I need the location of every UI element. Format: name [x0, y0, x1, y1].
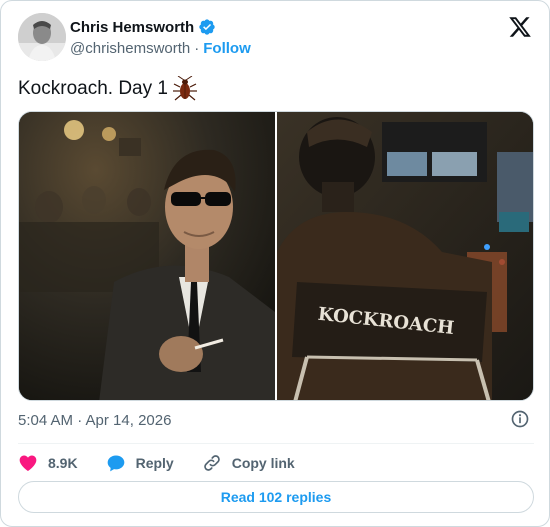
like-button[interactable]: 8.9K	[18, 453, 78, 473]
tweet-media[interactable]: KOCKROACH	[18, 111, 534, 401]
tweet-card: Chris Hemsworth @chrishemsworth · Follow…	[0, 0, 550, 527]
reply-label: Reply	[135, 454, 174, 471]
tweet-text-content: Kockroach. Day 1	[18, 78, 168, 99]
tweet-actions: 8.9K Reply Copy link	[18, 443, 534, 479]
handle-line: @chrishemsworth · Follow	[70, 40, 251, 57]
copy-link-label: Copy link	[231, 454, 295, 471]
copy-link-button[interactable]: Copy link	[202, 453, 295, 473]
read-replies-button[interactable]: Read 102 replies	[18, 481, 534, 513]
separator-dot: ·	[194, 40, 200, 57]
info-icon[interactable]	[510, 409, 530, 429]
photo-man-in-sunglasses[interactable]	[19, 112, 275, 400]
x-logo-icon[interactable]	[508, 15, 532, 39]
tweet-timestamp[interactable]: 5:04 AM · Apr 14, 2026	[18, 412, 171, 429]
tweet-text: Kockroach. Day 1	[18, 75, 198, 102]
follow-button[interactable]: Follow	[203, 40, 251, 57]
reply-button[interactable]: Reply	[106, 453, 174, 473]
heart-icon	[19, 455, 37, 471]
photo-director-chair[interactable]: KOCKROACH	[277, 112, 533, 400]
verified-badge-icon	[198, 18, 216, 36]
name-line: Chris Hemsworth	[70, 18, 216, 36]
tweet-header: Chris Hemsworth @chrishemsworth · Follow	[18, 13, 538, 63]
author-name[interactable]: Chris Hemsworth	[70, 19, 194, 36]
like-count: 8.9K	[48, 454, 78, 471]
reply-bubble-icon	[107, 455, 124, 471]
link-icon	[203, 454, 220, 471]
cockroach-icon	[172, 75, 198, 102]
author-handle[interactable]: @chrishemsworth	[70, 40, 190, 57]
avatar[interactable]	[18, 13, 66, 61]
